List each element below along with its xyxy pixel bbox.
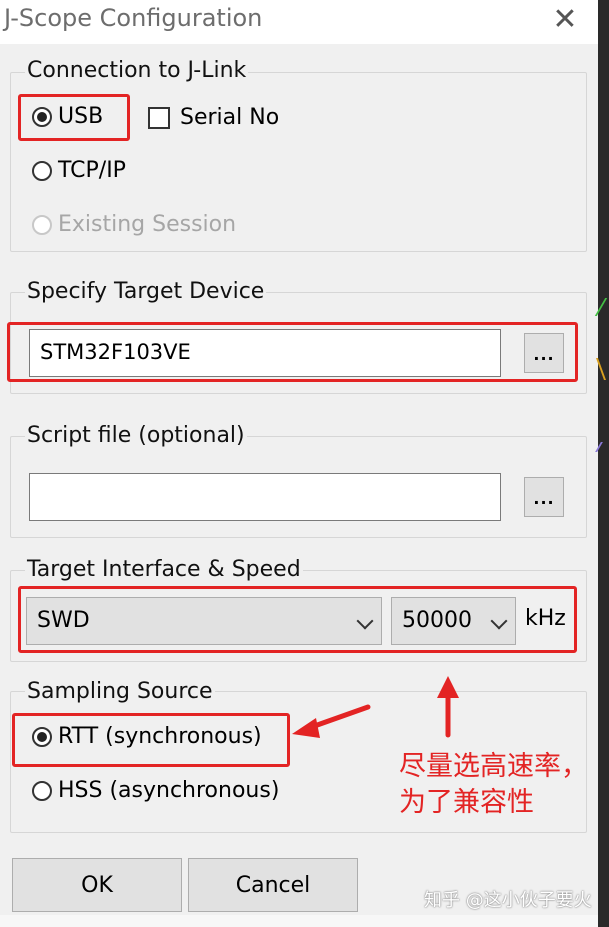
title-bar: J-Scope Configuration ✕	[0, 0, 598, 44]
annotation-line-2: 为了兼容性	[399, 787, 534, 818]
existing-session-radio-dot	[32, 214, 52, 235]
background-window-bottom	[0, 915, 598, 927]
serial-no-label: Serial No	[180, 105, 280, 130]
tcpip-radio[interactable]: TCP/IP	[32, 158, 126, 183]
hss-radio[interactable]: HSS (asynchronous)	[32, 778, 279, 803]
watermark: 知乎 @这小伙子要火	[424, 890, 592, 911]
highlight-usb	[18, 94, 130, 141]
sampling-legend: Sampling Source	[25, 679, 215, 705]
interface-speed-legend: Target Interface & Speed	[25, 557, 303, 583]
annotation-line-1: 尽量选高速率，	[399, 751, 588, 782]
serial-no-box[interactable]	[148, 106, 170, 129]
script-file-browse-button[interactable]: ...	[524, 477, 564, 517]
highlight-rtt	[12, 713, 290, 767]
highlight-interface-speed	[18, 586, 577, 653]
script-file-input[interactable]	[29, 473, 501, 521]
close-icon[interactable]: ✕	[548, 2, 582, 37]
hss-label: HSS (asynchronous)	[58, 778, 280, 803]
existing-session-radio: Existing Session	[32, 212, 236, 237]
hss-radio-dot[interactable]	[32, 780, 52, 801]
highlight-target-device	[7, 322, 578, 382]
cancel-button[interactable]: Cancel	[188, 858, 358, 912]
annotation-text: 尽量选高速率， 为了兼容性	[399, 749, 588, 821]
tcpip-radio-dot[interactable]	[32, 160, 52, 181]
connection-legend: Connection to J-Link	[25, 58, 249, 84]
window-title: J-Scope Configuration	[4, 4, 263, 32]
serial-no-checkbox[interactable]: Serial No	[148, 105, 279, 130]
script-file-legend: Script file (optional)	[25, 423, 247, 449]
background-window-edge	[594, 0, 609, 927]
target-device-legend: Specify Target Device	[25, 279, 267, 305]
tcpip-label: TCP/IP	[58, 158, 126, 183]
ok-button[interactable]: OK	[12, 858, 182, 912]
existing-session-label: Existing Session	[58, 212, 237, 237]
